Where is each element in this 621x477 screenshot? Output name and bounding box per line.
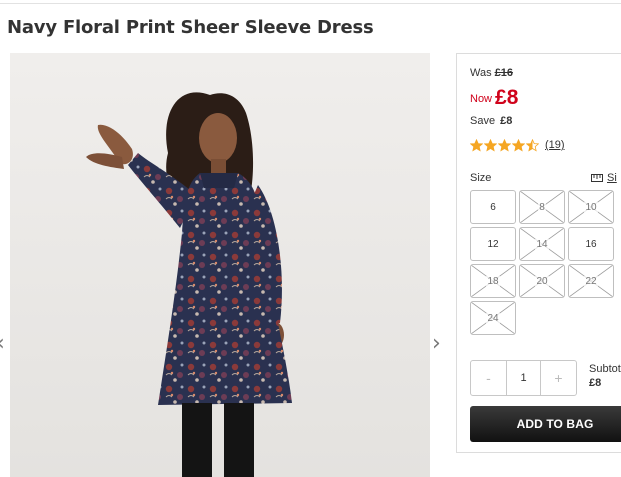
now-price: Now £8: [470, 86, 518, 110]
save-amount: Save £8: [470, 115, 512, 127]
subtotal-value: £8: [589, 377, 602, 389]
quantity-stepper[interactable]: - 1 +: [470, 360, 577, 396]
review-count-link[interactable]: (19): [545, 139, 565, 151]
model-photo: [10, 53, 430, 477]
size-option-6[interactable]: 6: [470, 190, 516, 224]
size-option-18[interactable]: 18: [470, 264, 516, 298]
size-guide-label: Si: [607, 172, 617, 184]
star-icon: [498, 138, 511, 152]
star-icon: [526, 138, 539, 152]
size-option-label: 8: [538, 201, 546, 213]
top-divider: [0, 3, 621, 4]
save-amount-value: £8: [500, 115, 513, 127]
size-option-label: 10: [584, 201, 598, 213]
was-price-value: £16: [494, 67, 513, 79]
rating: (19): [470, 138, 565, 152]
add-to-bag-button[interactable]: ADD TO BAG: [470, 406, 621, 442]
quantity-increase-button[interactable]: +: [541, 361, 576, 395]
save-label: Save: [470, 115, 496, 127]
size-option-10[interactable]: 10: [568, 190, 614, 224]
size-option-label: 14: [535, 238, 549, 250]
now-price-value: £8: [495, 86, 519, 109]
was-price: Was £16: [470, 67, 513, 79]
size-option-label: 20: [535, 275, 549, 287]
gallery-prev-arrow-icon[interactable]: ‹: [0, 333, 5, 355]
size-option-12[interactable]: 12: [470, 227, 516, 261]
gallery-next-arrow-icon[interactable]: ›: [432, 333, 441, 355]
ruler-icon: [591, 174, 603, 182]
subtotal-label: Subtot: [589, 363, 621, 375]
star-rating-icons: [470, 138, 540, 152]
size-guide-link[interactable]: Si: [591, 172, 617, 184]
size-option-20[interactable]: 20: [519, 264, 565, 298]
size-option-8[interactable]: 8: [519, 190, 565, 224]
star-icon: [470, 138, 483, 152]
purchase-panel: Was £16 Now £8 Save £8 (19) Size Si 6 8 10 12…: [456, 53, 621, 453]
size-label: Size: [470, 172, 492, 184]
size-option-16[interactable]: 16: [568, 227, 614, 261]
size-option-label: 22: [584, 275, 598, 287]
now-label: Now: [470, 93, 493, 105]
product-image[interactable]: [10, 53, 430, 477]
quantity-value[interactable]: 1: [506, 361, 541, 395]
size-option-label: 16: [584, 238, 598, 250]
size-option-22[interactable]: 22: [568, 264, 614, 298]
size-option-14[interactable]: 14: [519, 227, 565, 261]
size-option-24[interactable]: 24: [470, 301, 516, 335]
star-icon: [512, 138, 525, 152]
star-icon: [484, 138, 497, 152]
size-option-label: 18: [486, 275, 500, 287]
was-label: Was: [470, 67, 492, 79]
size-option-label: 24: [486, 312, 500, 324]
page-title: Navy Floral Print Sheer Sleeve Dress: [7, 17, 374, 38]
size-option-label: 6: [489, 201, 497, 213]
quantity-decrease-button[interactable]: -: [471, 361, 506, 395]
size-option-label: 12: [486, 238, 500, 250]
